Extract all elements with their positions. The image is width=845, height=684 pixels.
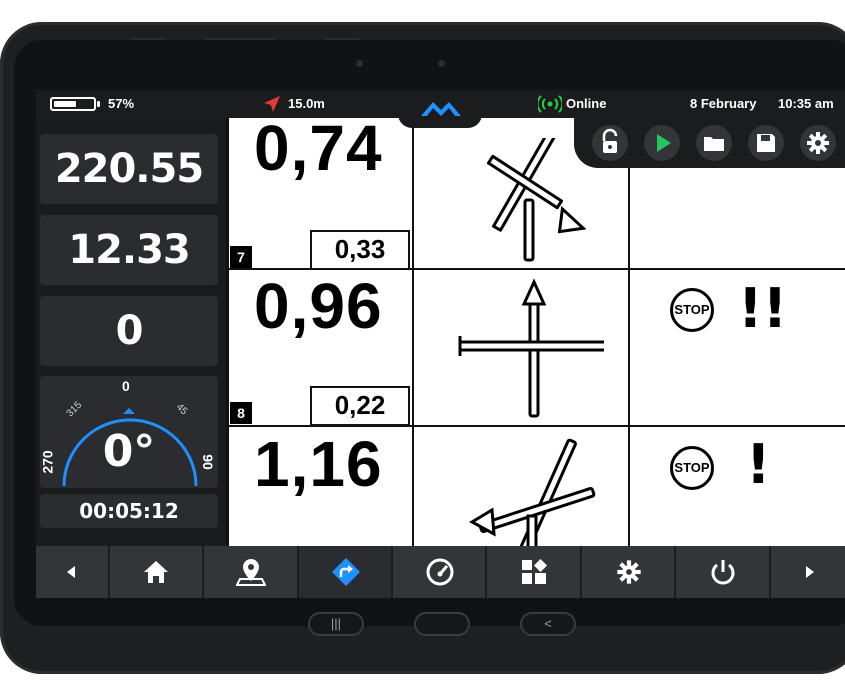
back-hardware-button[interactable]: < (520, 612, 576, 636)
power-icon (711, 560, 735, 585)
row-1-number: 7 (230, 246, 252, 268)
nav-settings-button[interactable] (582, 546, 674, 598)
row-3-alert: ! (746, 433, 771, 496)
unlock-icon[interactable] (592, 125, 628, 161)
nav-home-button[interactable] (110, 546, 202, 598)
nav-power-button[interactable] (676, 546, 769, 598)
row-2-number: 8 (230, 402, 252, 424)
gps-accuracy: 15.0m (288, 96, 325, 111)
battery-level (54, 101, 76, 107)
gear-icon[interactable] (800, 125, 836, 161)
folder-icon[interactable] (696, 125, 732, 161)
app-logo-icon (421, 102, 461, 116)
play-icon[interactable] (644, 125, 680, 161)
prev-arrow-icon (67, 566, 75, 578)
nav-location-button[interactable] (204, 546, 297, 598)
elapsed-timer: 00:05:12 (40, 494, 218, 528)
row-2-stop-sign: STOP (670, 288, 714, 332)
nav-next-button[interactable] (771, 546, 845, 598)
nav-route-button[interactable] (299, 546, 391, 598)
home-hardware-button[interactable] (414, 612, 470, 636)
app-logo-tab (398, 90, 482, 128)
grid-line (412, 118, 414, 546)
data-grid: 0,74 7 0,33 0,96 8 0,22 STOP !! 1,16 STO… (226, 112, 845, 546)
row-2-direction-arrows (458, 278, 604, 418)
settings-icon (617, 560, 641, 584)
save-icon[interactable] (748, 125, 784, 161)
row-3-big-value: 1,16 (254, 428, 383, 500)
next-arrow-icon (806, 566, 814, 578)
time-label: 10:35 am (778, 96, 834, 111)
value-box-3: 0 (40, 296, 218, 366)
row-2-small-value: 0,22 (310, 386, 410, 426)
grid-icon (522, 559, 547, 584)
row-1-small-value: 0,33 (310, 230, 410, 270)
battery-icon (50, 97, 100, 111)
signal-icon (536, 95, 564, 116)
row-1-big-value: 0,74 (254, 112, 383, 184)
compass-widget: 0 315 45 270 90 0° (40, 376, 218, 488)
row-2-alert: !! (738, 277, 788, 340)
nav-prev-button[interactable] (36, 546, 108, 598)
home-icon (144, 561, 168, 583)
compass-heading: 0° (102, 426, 156, 477)
row-3-stop-sign: STOP (670, 446, 714, 490)
connection-status: Online (566, 96, 607, 111)
nav-gauge-button[interactable] (393, 546, 485, 598)
grid-line (226, 118, 229, 546)
row-2-big-value: 0,96 (254, 270, 383, 342)
row-1-direction-arrows (486, 138, 586, 262)
recent-apps-button[interactable]: ||| (308, 612, 364, 636)
value-box-2: 12.33 (40, 215, 218, 285)
battery-percent: 57% (108, 96, 135, 111)
compass-label-top: 0 (122, 378, 130, 394)
app-screen: 57% 15.0m Online 8 February 10:35 am 220… (36, 90, 845, 598)
nav-grid-button[interactable] (487, 546, 580, 598)
grid-line (628, 118, 630, 546)
left-panel: 220.55 12.33 0 0 315 45 270 90 0° 00:05:… (36, 118, 226, 546)
gauge-icon (426, 558, 454, 586)
row-3-direction-arrows (468, 438, 596, 546)
front-camera (438, 60, 445, 67)
value-box-1: 220.55 (40, 134, 218, 204)
action-toolbar (574, 118, 845, 168)
date-label: 8 February (690, 96, 757, 111)
location-icon (236, 559, 266, 586)
route-icon (332, 558, 360, 586)
bottom-nav (36, 546, 845, 598)
front-sensor (356, 60, 363, 67)
